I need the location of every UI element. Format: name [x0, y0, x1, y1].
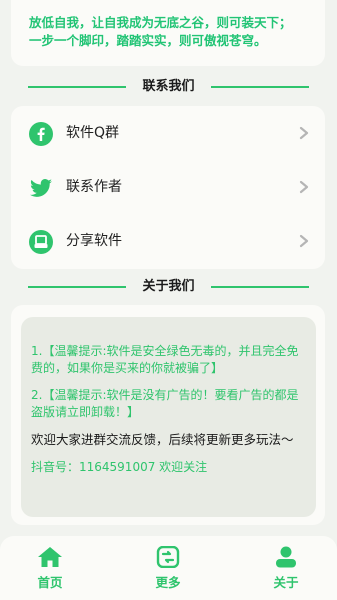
facebook-icon: [29, 122, 53, 146]
bottom-tab-bar: 首页 更多 关于: [0, 536, 337, 600]
tab-label: 关于: [273, 575, 299, 590]
tab-more[interactable]: 更多: [138, 546, 198, 596]
contact-item-qq-group[interactable]: 软件Q群: [11, 113, 325, 153]
motto-card: 放低自我，让自我成为无底之谷，则可装天下； 一步一个脚印，踏踏实实，则可傲视苍穹…: [11, 0, 325, 66]
tab-about[interactable]: 关于: [256, 546, 316, 596]
about-section-header: 关于我们: [0, 277, 337, 297]
about-notice-box: 1.【温馨提示:软件是安全绿色无毒的，并且完全免费的，如果你是买来的你就被骗了】…: [21, 317, 316, 517]
tab-label: 首页: [37, 575, 63, 590]
motto-line-1: 放低自我，让自我成为无底之谷，则可装天下；: [29, 15, 292, 30]
tip-2-text: 2.【温馨提示:软件是没有广告的！要看广告的都是盗版请立即卸载！】: [31, 388, 299, 419]
contact-section-header: 联系我们: [0, 77, 337, 97]
contact-item-label: 联系作者: [66, 179, 122, 195]
motto-line-2: 一步一个脚印，踏踏实实，则可傲视苍穹。: [29, 33, 267, 48]
chevron-right-icon: [299, 180, 309, 194]
home-icon: [38, 547, 62, 567]
tab-label: 更多: [155, 575, 181, 590]
chevron-right-icon: [299, 126, 309, 140]
douyin-text: 抖音号：1164591007 欢迎关注: [31, 460, 208, 474]
divider-line: [211, 86, 309, 88]
contact-card: 软件Q群 联系作者 分享软件: [11, 106, 325, 269]
share-icon: [29, 230, 53, 254]
motto-text: 放低自我，让自我成为无底之谷，则可装天下； 一步一个脚印，踏踏实实，则可傲视苍穹…: [29, 14, 314, 50]
tip-1-text: 1.【温馨提示:软件是安全绿色无毒的，并且完全免费的，如果你是买来的你就被骗了】: [31, 344, 299, 375]
contact-item-share[interactable]: 分享软件: [11, 221, 325, 261]
more-icon: [156, 546, 180, 568]
contact-item-label: 分享软件: [66, 233, 122, 249]
divider-line: [211, 286, 309, 288]
contact-item-label: 软件Q群: [66, 125, 120, 141]
chevron-right-icon: [299, 234, 309, 248]
about-card: 1.【温馨提示:软件是安全绿色无毒的，并且完全免费的，如果你是买来的你就被骗了】…: [11, 305, 325, 525]
twitter-icon: [30, 179, 52, 197]
welcome-text: 欢迎大家进群交流反馈，后续将更新更多玩法～: [31, 432, 294, 447]
tab-home[interactable]: 首页: [20, 546, 80, 596]
contact-item-author[interactable]: 联系作者: [11, 167, 325, 207]
user-icon: [276, 546, 296, 568]
